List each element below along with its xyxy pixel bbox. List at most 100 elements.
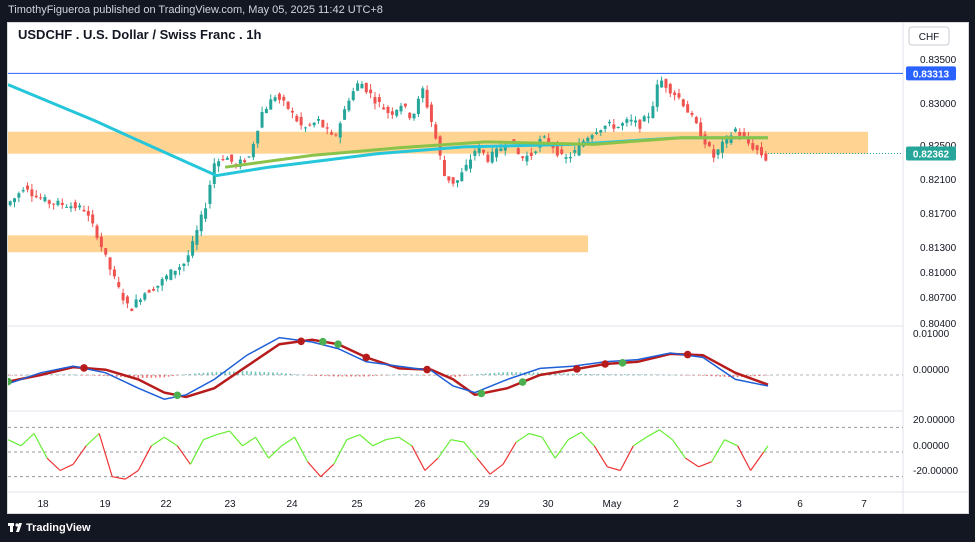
oscillator-segment	[567, 431, 582, 441]
candle-body	[395, 109, 399, 116]
time-tick: 2	[673, 499, 679, 510]
oscillator-segment	[33, 433, 48, 459]
candle-body	[425, 89, 429, 108]
macd-bearish-cross-marker	[80, 364, 88, 372]
candle-body	[117, 282, 121, 288]
candle-body	[312, 122, 316, 126]
candle-body	[677, 93, 681, 98]
osc-tick: -20.00000	[913, 466, 958, 477]
candle-body	[369, 89, 373, 94]
candle-body	[134, 299, 138, 308]
macd-histogram-bar	[489, 373, 491, 375]
macd-histogram-bar	[450, 375, 452, 378]
candle-body	[738, 131, 742, 136]
macd-histogram-bar	[154, 375, 157, 378]
oscillator-segment	[711, 439, 726, 463]
candle-body	[564, 157, 568, 159]
macd-histogram-bar	[285, 373, 287, 375]
candle-body	[286, 101, 290, 109]
macd-histogram-bar	[606, 374, 609, 375]
candle-body	[577, 144, 581, 156]
macd-histogram-bar	[150, 375, 153, 378]
oscillator-segment	[85, 433, 100, 447]
price-tick: 0.83500	[920, 55, 957, 66]
macd-histogram-bar	[315, 375, 318, 376]
candle-body	[638, 119, 642, 129]
macd-histogram-bar	[602, 374, 604, 375]
macd-histogram-bar	[254, 371, 257, 375]
candle-body	[699, 122, 703, 137]
candle-body	[82, 209, 86, 212]
oscillator-segment	[541, 436, 556, 459]
macd-histogram-bar	[767, 375, 769, 376]
candle-body	[751, 143, 755, 150]
candle-body	[169, 269, 173, 280]
macd-histogram-bar	[680, 375, 682, 376]
oscillator-segment	[398, 436, 413, 447]
oscillator-segment	[685, 457, 699, 468]
macd-histogram-bar	[68, 374, 70, 376]
candle-body	[759, 147, 763, 156]
macd-bearish-cross-marker	[297, 337, 305, 346]
macd-histogram-bar	[693, 375, 695, 376]
candle-body	[495, 148, 499, 158]
candle-body	[399, 105, 403, 112]
candle-body	[482, 149, 486, 153]
macd-histogram-bar	[215, 371, 218, 375]
macd-histogram-bar	[276, 372, 279, 375]
candle-body	[277, 93, 281, 100]
macd-histogram-bar	[137, 375, 140, 379]
candle-body	[243, 160, 247, 163]
macd-histogram-bar	[406, 374, 409, 376]
macd-histogram-bar	[341, 375, 344, 377]
macd-histogram-bar	[107, 375, 109, 377]
candle-body	[295, 115, 299, 122]
macd-histogram-bar	[402, 374, 404, 375]
macd-histogram-bar	[289, 373, 292, 375]
macd-histogram-bar	[393, 374, 396, 376]
time-tick: 24	[286, 499, 298, 510]
candle-body	[499, 148, 503, 151]
candle-body	[464, 164, 468, 171]
resistance-price-text: 0.83313	[913, 69, 950, 80]
oscillator-segment	[607, 466, 621, 472]
candle-body	[373, 96, 377, 104]
oscillator-segment	[489, 463, 504, 475]
macd-histogram-bar	[293, 374, 296, 375]
demand-zone	[8, 235, 588, 253]
macd-histogram-bar	[337, 375, 339, 377]
macd-bullish-cross-marker	[334, 340, 342, 349]
candle-body	[364, 82, 368, 93]
macd-histogram-bar	[641, 374, 643, 375]
macd-histogram-bar	[723, 375, 726, 377]
macd-bearish-cross-marker	[573, 365, 581, 373]
time-tick: 25	[351, 499, 363, 510]
oscillator-segment	[7, 439, 22, 447]
candle-body	[603, 125, 607, 129]
candle-body	[473, 150, 477, 156]
oscillator-segment	[46, 457, 61, 471]
macd-histogram-bar	[580, 373, 583, 375]
macd-bullish-cross-marker	[618, 359, 627, 367]
price-chart[interactable]: USDCHF . U.S. Dollar / Swiss Franc . 1h …	[4, 23, 968, 513]
chart-container[interactable]: USDCHF . U.S. Dollar / Swiss Franc . 1h …	[4, 22, 969, 514]
candle-body	[451, 177, 455, 184]
oscillator-segment	[411, 445, 426, 471]
oscillator-segment	[515, 432, 530, 443]
oscillator-segment	[580, 431, 595, 447]
oscillator-segment	[150, 436, 165, 447]
candle-body	[521, 156, 525, 159]
macd-histogram-bar	[697, 375, 700, 376]
macd-histogram-bar	[332, 375, 335, 377]
candle-body	[95, 225, 99, 239]
candle-body	[686, 104, 690, 113]
macd-bearish-cross-marker	[362, 353, 371, 362]
macd-histogram-bar	[676, 374, 678, 376]
macd-histogram-bar	[419, 374, 422, 376]
macd-histogram-bar	[302, 374, 305, 376]
candle-body	[34, 195, 38, 198]
candle-body	[673, 92, 677, 96]
macd-histogram-bar	[267, 372, 270, 375]
macd-tick: 0.01000	[913, 329, 950, 340]
candle-body	[416, 98, 420, 114]
